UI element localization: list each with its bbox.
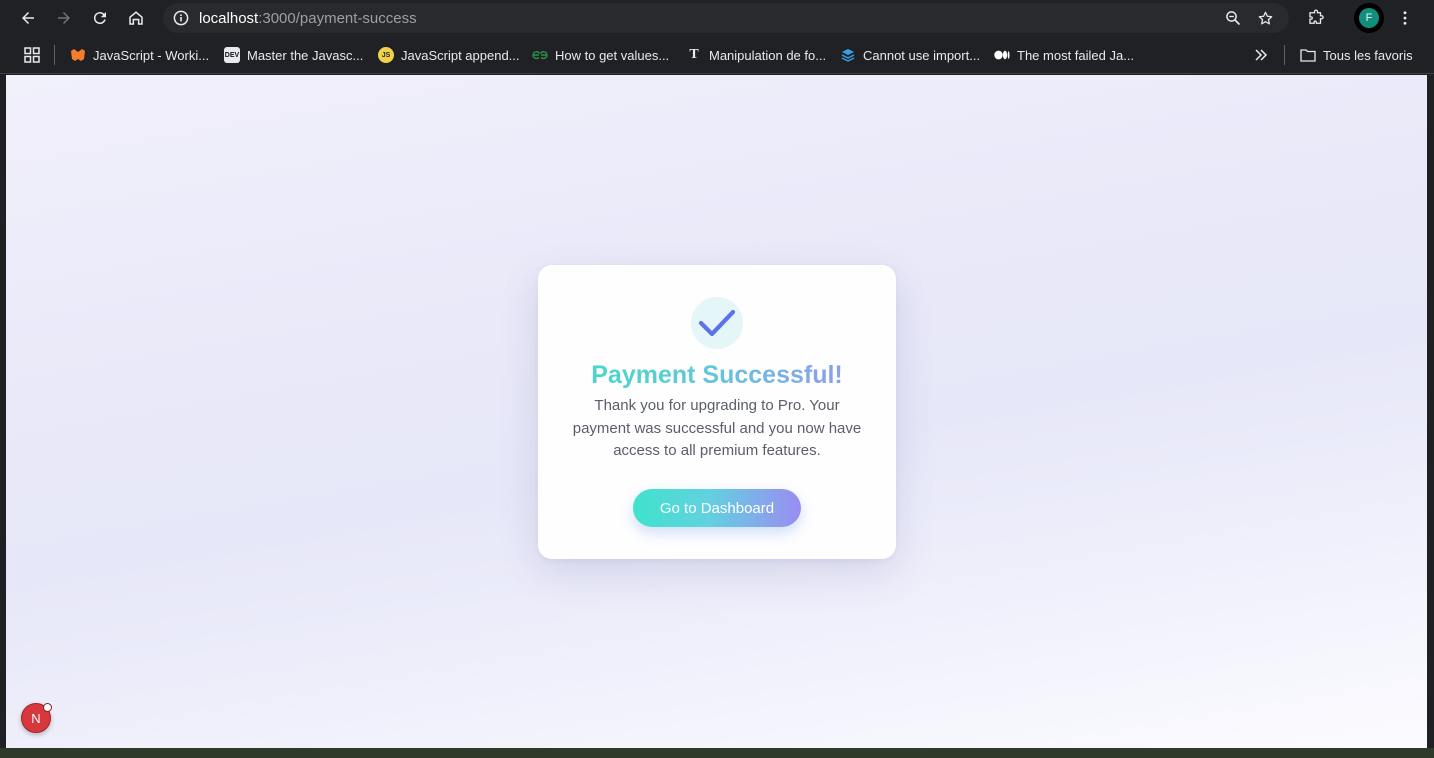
arrow-left-icon: [22, 12, 34, 24]
apps-grid-icon: [24, 47, 40, 63]
bookmark-star-icon[interactable]: [1256, 9, 1274, 27]
all-bookmarks-label: Tous les favoris: [1323, 47, 1413, 63]
bookmark-label: Master the Javasc...: [247, 47, 364, 63]
forward-button[interactable]: [52, 6, 76, 30]
desktop-background-strip: [0, 748, 1434, 758]
bookmark-label: JavaScript append...: [401, 47, 520, 63]
page-viewport: Payment Successful! Thank you for upgrad…: [6, 75, 1427, 748]
address-bar[interactable]: localhost:3000/payment-success: [163, 3, 1289, 33]
reload-button[interactable]: [88, 6, 112, 30]
checkmark-icon: [698, 309, 736, 337]
bookmark-label: JavaScript - Worki...: [93, 47, 210, 63]
bookmark-item[interactable]: Cannot use import...: [840, 46, 980, 64]
payment-success-card: Payment Successful! Thank you for upgrad…: [538, 265, 896, 559]
menu-button[interactable]: [1393, 6, 1417, 30]
extensions-button[interactable]: [1304, 6, 1328, 30]
bookmark-label: Manipulation de fo...: [709, 47, 827, 63]
reload-icon: [93, 12, 106, 25]
layers-icon: [840, 47, 856, 63]
bookmark-label: Cannot use import...: [863, 47, 981, 63]
page-title: Payment Successful!: [538, 359, 896, 391]
bookmark-label: The most failed Ja...: [1017, 47, 1135, 63]
arrow-right-icon: [58, 12, 70, 24]
medium-icon: [994, 47, 1010, 63]
bookmarks-separator: [1284, 45, 1285, 65]
mdn-icon: [70, 47, 86, 63]
notification-dot: [43, 703, 52, 712]
zoom-icon[interactable]: [1224, 9, 1242, 27]
bookmark-item[interactable]: JS JavaScript append...: [378, 46, 520, 64]
url-host: localhost: [199, 10, 259, 27]
t-icon: T: [689, 47, 699, 62]
puzzle-icon: [1309, 9, 1324, 24]
url-path: :3000/payment-success: [258, 10, 417, 27]
dev-icon: DEV: [224, 47, 240, 63]
apps-button[interactable]: [24, 46, 40, 64]
bookmark-item[interactable]: DEV Master the Javasc...: [224, 46, 363, 64]
gfg-icon: [532, 47, 548, 63]
bookmarks-separator: [54, 45, 55, 65]
success-message: Thank you for upgrading to Pro. Your pay…: [572, 397, 862, 459]
url-text: localhost:3000/payment-success: [199, 10, 417, 27]
bookmark-label: How to get values...: [555, 47, 670, 63]
home-button[interactable]: [124, 6, 148, 30]
profile-avatar: F: [1359, 8, 1379, 28]
all-bookmarks-folder[interactable]: Tous les favoris: [1300, 46, 1413, 64]
bookmark-item[interactable]: T Manipulation de fo...: [686, 46, 826, 64]
bookmark-item[interactable]: JavaScript - Worki...: [70, 46, 209, 64]
bookmark-item[interactable]: The most failed Ja...: [994, 46, 1134, 64]
bookmark-item[interactable]: How to get values...: [532, 46, 669, 64]
site-info-icon[interactable]: [171, 8, 191, 28]
js-icon: JS: [378, 47, 394, 63]
double-chevron-icon: [1255, 49, 1268, 61]
more-bookmarks-button[interactable]: [1254, 46, 1268, 64]
go-to-dashboard-button[interactable]: Go to Dashboard: [633, 489, 801, 527]
success-badge: [691, 297, 743, 349]
browser-toolbar: localhost:3000/payment-success F: [0, 0, 1434, 36]
kebab-menu-icon: [1403, 11, 1407, 25]
folder-icon: [1300, 47, 1316, 63]
back-button[interactable]: [16, 6, 40, 30]
home-icon: [129, 11, 143, 25]
profile-button[interactable]: F: [1354, 3, 1384, 33]
